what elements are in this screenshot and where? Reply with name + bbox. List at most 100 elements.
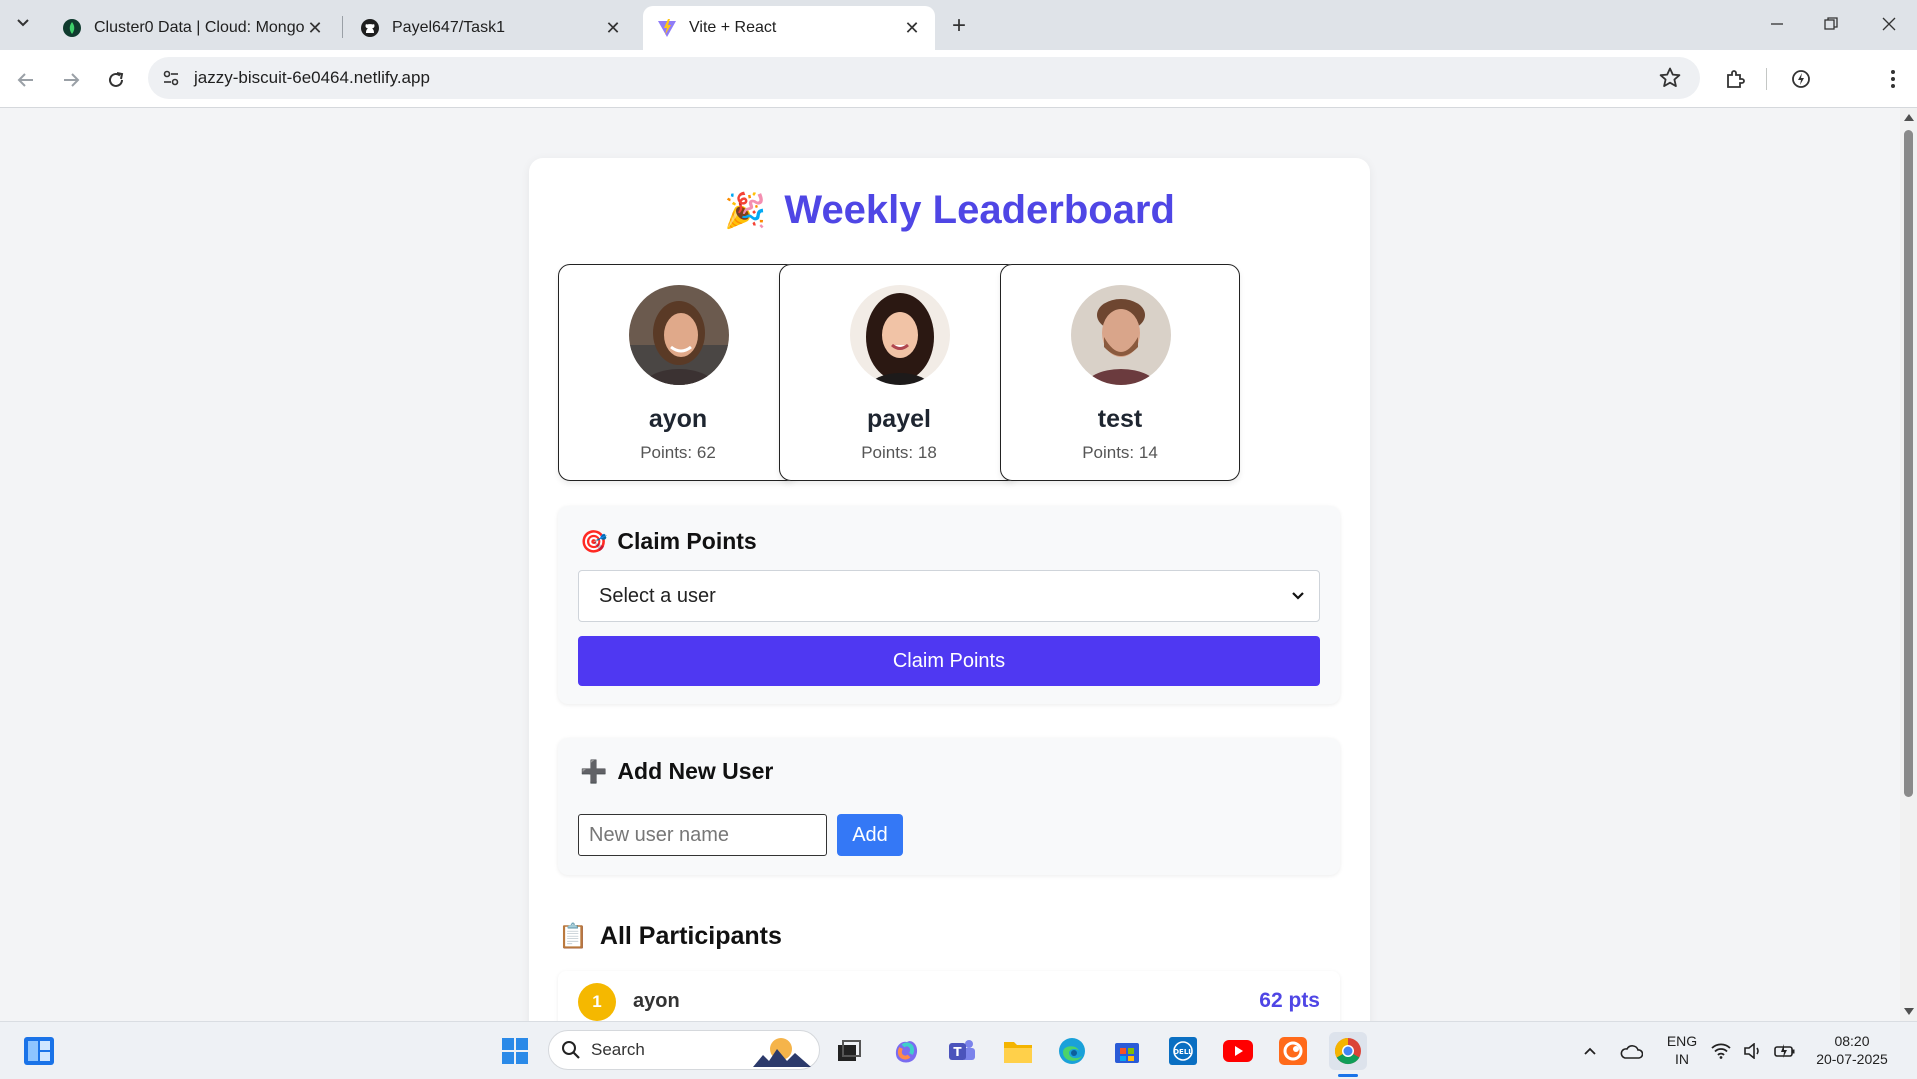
file-explorer-icon[interactable] — [999, 1032, 1037, 1070]
page-title: 🎉 Weekly Leaderboard — [529, 188, 1370, 233]
tab-title: Payel647/Task1 — [392, 19, 505, 36]
copilot-icon[interactable] — [887, 1032, 925, 1070]
clock-date: 20-07-2025 — [1816, 1051, 1888, 1067]
new-user-name-input[interactable]: New user name — [578, 814, 827, 856]
extensions-icon[interactable] — [1720, 64, 1750, 94]
avatar — [629, 285, 729, 385]
clipboard-icon: 📋 — [558, 923, 588, 950]
onedrive-cloud-icon[interactable] — [1612, 1032, 1650, 1070]
close-icon[interactable]: ✕ — [901, 17, 923, 39]
new-tab-button[interactable]: + — [945, 12, 973, 40]
github-icon — [360, 18, 380, 38]
section-title: All Participants — [599, 922, 782, 950]
teams-icon[interactable]: T — [943, 1032, 981, 1070]
restore-button[interactable] — [1808, 8, 1854, 40]
close-icon[interactable]: ✕ — [602, 17, 624, 39]
claim-points-heading: 🎯 Claim Points — [580, 528, 757, 555]
active-app-indicator — [1338, 1074, 1358, 1077]
crunchyroll-icon[interactable] — [1274, 1032, 1312, 1070]
close-icon[interactable]: ✕ — [304, 17, 326, 39]
vite-icon — [657, 18, 677, 38]
page-heading: Weekly Leaderboard — [784, 188, 1175, 232]
volume-icon[interactable] — [1738, 1032, 1768, 1070]
svg-text:T: T — [953, 1045, 962, 1059]
claim-points-button[interactable]: Claim Points — [578, 636, 1320, 686]
add-user-panel: ➕ Add New User New user name Add — [558, 738, 1340, 875]
rank-badge: 1 — [578, 983, 616, 1021]
top-user-card: ayon Points: 62 — [558, 264, 798, 481]
plus-icon: ➕ — [580, 758, 608, 784]
page-viewport[interactable]: 🎉 Weekly Leaderboard ayon Points: 62 pay… — [0, 108, 1900, 1021]
forward-button[interactable] — [55, 64, 87, 96]
user-select[interactable]: Select a user — [578, 570, 1320, 622]
chevron-down-icon — [17, 19, 29, 27]
site-info-icon[interactable] — [158, 65, 184, 91]
scroll-up-icon[interactable] — [1904, 114, 1914, 121]
mongodb-leaf-icon — [62, 18, 82, 38]
panel-title: Claim Points — [617, 528, 757, 554]
address-bar[interactable]: jazzy-biscuit-6e0464.netlify.app — [148, 57, 1700, 99]
search-label: Search — [591, 1040, 645, 1059]
performance-icon[interactable] — [1786, 64, 1816, 94]
bookmark-star-icon[interactable] — [1658, 66, 1682, 90]
select-value: Select a user — [599, 584, 716, 607]
podium-username: test — [1097, 405, 1143, 433]
clock-time: 08:20 — [1834, 1033, 1870, 1049]
podium-username: payel — [867, 405, 931, 433]
add-user-button[interactable]: Add — [837, 814, 903, 856]
close-window-button[interactable] — [1866, 8, 1912, 40]
claim-points-panel: 🎯 Claim Points Select a user Claim Point… — [558, 506, 1340, 704]
page-scrollbar[interactable] — [1900, 108, 1917, 1021]
windows-taskbar: Search T DELL ENG IN 08:20 20-07-2025 — [0, 1021, 1917, 1079]
language-code: ENG — [1666, 1033, 1698, 1049]
widgets-icon[interactable] — [20, 1032, 58, 1070]
tab-vite-react[interactable]: Vite + React ✕ — [643, 6, 935, 50]
dell-icon[interactable]: DELL — [1164, 1032, 1202, 1070]
language-indicator[interactable]: ENG IN — [1662, 1032, 1702, 1068]
back-button[interactable] — [10, 64, 42, 96]
svg-text:DELL: DELL — [1173, 1048, 1193, 1056]
chevron-up-icon[interactable] — [1571, 1032, 1609, 1070]
panel-title: Add New User — [617, 758, 774, 784]
task-view-icon[interactable] — [830, 1032, 868, 1070]
party-popper-icon: 🎉 — [724, 191, 767, 230]
tab-separator — [342, 16, 343, 38]
podium-points: Points: 14 — [1082, 443, 1158, 462]
browser-toolbar: jazzy-biscuit-6e0464.netlify.app — [0, 50, 1917, 141]
start-button[interactable] — [496, 1032, 534, 1070]
scrollbar-thumb[interactable] — [1904, 130, 1913, 797]
reload-button[interactable] — [100, 64, 132, 96]
restore-icon — [1824, 17, 1838, 30]
add-user-heading: ➕ Add New User — [580, 758, 773, 785]
microsoft-store-icon[interactable] — [1108, 1032, 1146, 1070]
avatar — [1071, 285, 1171, 385]
scroll-down-icon[interactable] — [1904, 1008, 1914, 1015]
tab-github[interactable]: Payel647/Task1 ✕ — [346, 6, 636, 50]
arrow-right-icon — [64, 73, 80, 87]
more-menu-icon[interactable] — [1878, 64, 1908, 94]
target-icon: 🎯 — [580, 528, 608, 554]
avatar — [850, 285, 950, 385]
leaderboard-card: 🎉 Weekly Leaderboard ayon Points: 62 pay… — [529, 158, 1370, 1021]
close-icon — [1882, 17, 1896, 31]
youtube-icon[interactable] — [1219, 1032, 1257, 1070]
wifi-icon[interactable] — [1706, 1032, 1736, 1070]
browser-tab-strip: Cluster0 Data | Cloud: MongoDB ✕ Payel64… — [0, 0, 1917, 50]
search-highlight-icon — [753, 1038, 811, 1067]
chevron-down-icon — [1292, 592, 1304, 600]
podium-points: Points: 62 — [640, 443, 716, 462]
taskbar-search[interactable]: Search — [548, 1030, 820, 1070]
url-text: jazzy-biscuit-6e0464.netlify.app — [194, 68, 430, 87]
participant-name: ayon — [633, 990, 680, 1012]
toolbar-divider — [1766, 68, 1767, 90]
clock[interactable]: 08:20 20-07-2025 — [1810, 1032, 1894, 1068]
list-item: 1 ayon 62 pts — [558, 971, 1340, 1021]
windows-logo-icon — [502, 1038, 528, 1064]
tab-search-button[interactable] — [8, 8, 38, 38]
minimize-button[interactable] — [1754, 8, 1800, 40]
tab-mongodb[interactable]: Cluster0 Data | Cloud: MongoDB ✕ — [48, 6, 338, 50]
battery-icon[interactable] — [1770, 1032, 1800, 1070]
edge-icon[interactable] — [1053, 1032, 1091, 1070]
minimize-icon — [1771, 23, 1783, 25]
chrome-icon[interactable] — [1329, 1032, 1367, 1070]
